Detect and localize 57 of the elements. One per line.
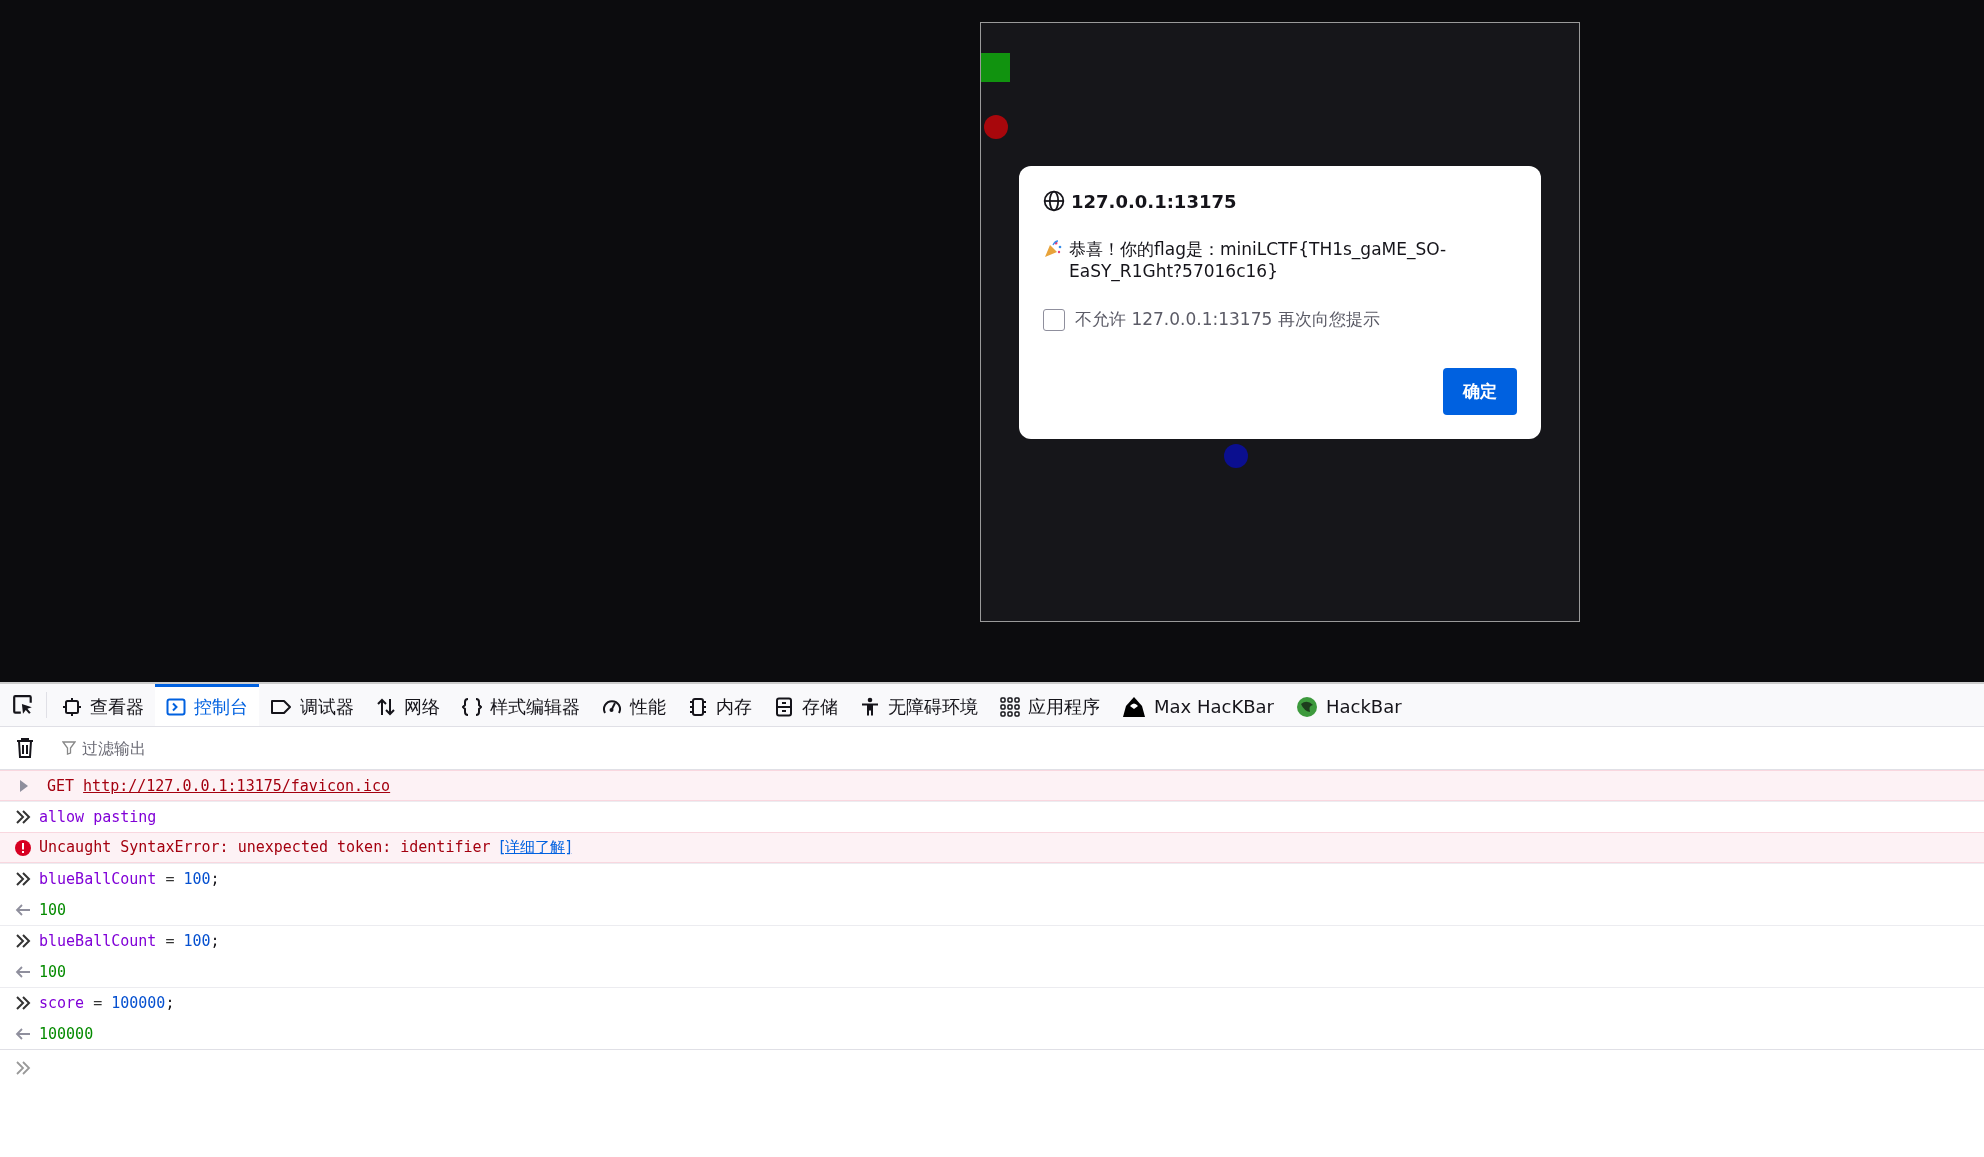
devtools-tab[interactable]: 性能: [591, 684, 677, 726]
person-icon: [860, 696, 880, 717]
left-arrow-icon: [15, 1026, 31, 1041]
chevrons-right-icon: [15, 1061, 31, 1075]
ok-button[interactable]: 确定: [1443, 368, 1517, 415]
grid-icon: [1000, 696, 1020, 717]
console-output: 100000: [39, 1024, 94, 1043]
learn-more-link[interactable]: [详细了解]: [499, 838, 572, 857]
console-command: allow pasting: [39, 808, 157, 826]
chevrons-right-icon: [15, 934, 31, 948]
console-command: blueBallCount = 100;: [39, 870, 220, 888]
devtools-tab[interactable]: 样式编辑器: [451, 684, 591, 726]
expand-triangle-icon[interactable]: [19, 779, 29, 792]
chevrons-right-icon: [15, 810, 31, 824]
dialog-message: 恭喜！你的flag是：miniLCTF{TH1s_gaME_SO-EaSY_R1Ght?57016c16}: [1069, 238, 1448, 282]
party-popper-icon: [1043, 239, 1063, 259]
devtools-tab[interactable]: 查看器: [51, 684, 155, 726]
devtools-tab[interactable]: 存储: [763, 684, 849, 726]
devtools-tab[interactable]: 控制台: [155, 684, 259, 726]
inspector-icon: [62, 696, 82, 717]
console-output: 100: [39, 962, 67, 981]
dialog-title: 127.0.0.1:13175: [1071, 190, 1237, 212]
devtools-tab[interactable]: 应用程序: [989, 684, 1111, 726]
console-command: score = 100000;: [39, 994, 175, 1012]
funnel-icon: [62, 741, 76, 755]
left-arrow-icon: [15, 902, 31, 917]
console-icon: [166, 696, 186, 717]
devtools-tab[interactable]: Max HacKBar: [1111, 684, 1285, 726]
trash-icon[interactable]: [15, 737, 35, 759]
chip-icon: [688, 696, 708, 717]
error-message: Uncaught SyntaxError: unexpected token: identifier: [39, 838, 491, 857]
round-logo-icon: [1296, 695, 1318, 718]
checkbox[interactable]: [1043, 308, 1065, 331]
devtools-tab[interactable]: 内存: [677, 684, 763, 726]
request-method: GET: [47, 776, 75, 795]
picker-icon: [12, 694, 34, 716]
braces-icon: [462, 696, 482, 717]
chevrons-right-icon: [15, 872, 31, 886]
hooded-figure-icon: [1122, 695, 1146, 718]
console-command: blueBallCount = 100;: [39, 932, 220, 950]
square-block: [981, 53, 1010, 82]
checkbox-label: 不允许 127.0.0.1:13175 再次向您提示: [1075, 308, 1380, 331]
filter-field[interactable]: 过滤输出: [80, 737, 284, 759]
chevrons-right-icon: [15, 996, 31, 1010]
devtools-tab[interactable]: 网络: [365, 684, 451, 726]
up-down-arrows-icon: [376, 696, 396, 717]
cabinet-icon: [774, 696, 794, 717]
devtools-tab[interactable]: HackBar: [1285, 684, 1413, 726]
left-arrow-icon: [15, 964, 31, 979]
ball: [1224, 444, 1248, 468]
console-output: 100: [39, 900, 67, 919]
request-url-link[interactable]: http://127.0.0.1:13175/favicon.ico: [83, 776, 391, 795]
globe-icon: [1043, 190, 1065, 212]
ball: [984, 115, 1008, 139]
devtools-tab[interactable]: 无障碍环境: [849, 684, 989, 726]
devtools-tab[interactable]: 调试器: [259, 684, 365, 726]
error-icon: [15, 839, 31, 856]
